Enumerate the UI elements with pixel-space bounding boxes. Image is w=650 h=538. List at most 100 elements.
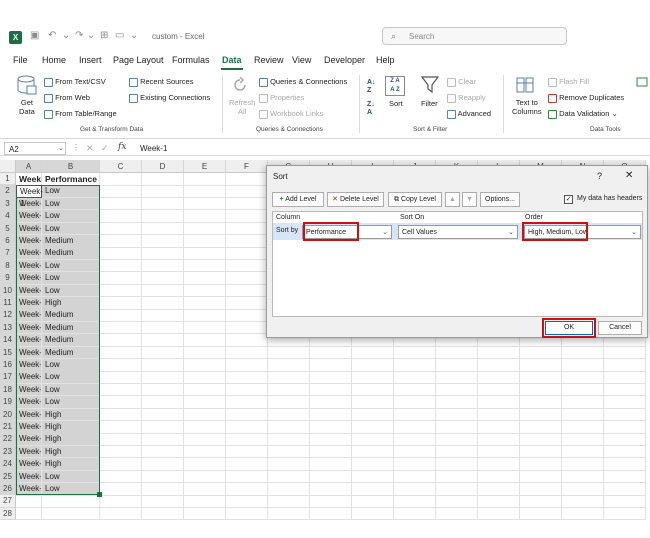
grid-cell[interactable]	[268, 495, 310, 508]
grid-cell[interactable]	[394, 396, 436, 409]
performance-cell[interactable]: Low	[42, 222, 100, 236]
grid-cell[interactable]	[100, 210, 142, 223]
save-icon[interactable]: ▣	[30, 30, 39, 41]
row-header[interactable]: 8	[0, 259, 16, 273]
grid-cell[interactable]	[100, 408, 142, 422]
close-icon[interactable]: ✕	[625, 170, 633, 181]
grid-cell[interactable]	[520, 445, 562, 459]
grid-cell[interactable]	[352, 396, 394, 409]
grid-cell[interactable]	[142, 383, 184, 397]
grid-cell[interactable]	[184, 445, 226, 459]
column-header-d[interactable]: D	[142, 160, 184, 173]
redo-dropdown-icon[interactable]: ⌄	[87, 30, 95, 41]
grid-cell[interactable]	[100, 222, 142, 236]
grid-cell[interactable]	[310, 383, 352, 397]
performance-cell[interactable]: Low	[42, 359, 100, 372]
grid-cell[interactable]	[352, 483, 394, 496]
grid-cell[interactable]	[226, 433, 268, 446]
grid-cell[interactable]	[268, 458, 310, 471]
grid-cell[interactable]	[562, 346, 604, 360]
grid-cell[interactable]	[142, 495, 184, 508]
grid-cell[interactable]	[142, 297, 184, 310]
grid-cell[interactable]	[436, 408, 478, 422]
column-header-c[interactable]: C	[100, 160, 142, 173]
grid-cell[interactable]	[352, 445, 394, 459]
grid-cell[interactable]	[226, 297, 268, 310]
week-cell[interactable]: Week-22	[16, 445, 42, 459]
grid-cell[interactable]	[436, 359, 478, 372]
grid-cell[interactable]	[310, 495, 352, 508]
grid-cell[interactable]	[436, 421, 478, 434]
grid-cell[interactable]	[142, 173, 184, 186]
grid-cell[interactable]	[100, 272, 142, 285]
grid-cell[interactable]	[562, 458, 604, 471]
from-table-range-button[interactable]: From Table/Range	[44, 109, 117, 119]
grid-cell[interactable]	[520, 470, 562, 484]
properties-button[interactable]: Properties	[259, 93, 304, 103]
menu-page-layout[interactable]: Page Layout	[113, 55, 164, 65]
grid-cell[interactable]	[562, 483, 604, 496]
performance-cell[interactable]: Medium	[42, 309, 100, 322]
grid-cell[interactable]	[184, 383, 226, 397]
grid-cell[interactable]	[478, 495, 520, 508]
grid-cell[interactable]	[520, 396, 562, 409]
grid-cell[interactable]	[184, 222, 226, 236]
menu-formulas[interactable]: Formulas	[172, 55, 210, 65]
grid-cell[interactable]	[394, 458, 436, 471]
grid-cell[interactable]	[142, 309, 184, 322]
grid-cell[interactable]	[184, 247, 226, 260]
grid-cell[interactable]	[100, 197, 142, 211]
week-cell[interactable]: Week-15	[16, 359, 42, 372]
grid-cell[interactable]	[352, 383, 394, 397]
grid-cell[interactable]	[184, 371, 226, 384]
grid-cell[interactable]	[100, 483, 142, 496]
grid-cell[interactable]	[100, 433, 142, 446]
grid-cell[interactable]	[478, 396, 520, 409]
grid-cell[interactable]	[100, 346, 142, 360]
clear-button[interactable]: Clear	[447, 77, 476, 87]
grid-cell[interactable]	[478, 433, 520, 446]
grid-cell[interactable]	[226, 259, 268, 273]
grid-cell[interactable]	[226, 284, 268, 298]
grid-cell[interactable]	[100, 470, 142, 484]
grid-cell[interactable]	[100, 173, 142, 186]
grid-cell[interactable]	[268, 346, 310, 360]
sort-icon[interactable]: Z AA Z	[385, 76, 405, 96]
grid-cell[interactable]	[562, 433, 604, 446]
workbook-links-button[interactable]: Workbook Links	[259, 109, 323, 119]
menu-review[interactable]: Review	[254, 55, 284, 65]
week-cell[interactable]: Week-13	[16, 334, 42, 347]
row-header[interactable]: 25	[0, 470, 16, 483]
grid-cell[interactable]	[268, 359, 310, 372]
grid-cell[interactable]	[226, 445, 268, 459]
grid-cell[interactable]	[394, 483, 436, 496]
grid-cell[interactable]	[226, 408, 268, 422]
grid-cell[interactable]	[520, 433, 562, 446]
grid-cell[interactable]	[478, 383, 520, 397]
search-box[interactable]: ⌕ Search	[382, 27, 567, 45]
week-cell[interactable]: Week-9	[16, 284, 42, 298]
grid-cell[interactable]	[394, 470, 436, 484]
grid-cell[interactable]	[226, 383, 268, 397]
grid-cell[interactable]	[226, 309, 268, 322]
performance-cell[interactable]: High	[42, 458, 100, 471]
grid-cell[interactable]	[478, 458, 520, 471]
grid-cell[interactable]	[184, 470, 226, 484]
grid-cell[interactable]	[268, 371, 310, 384]
grid-cell[interactable]	[394, 507, 436, 521]
grid-cell[interactable]	[268, 433, 310, 446]
table-header-cell[interactable]: Performance	[42, 173, 100, 186]
grid-cell[interactable]	[142, 433, 184, 446]
grid-cell[interactable]	[436, 383, 478, 397]
grid-cell[interactable]	[100, 371, 142, 384]
grid-cell[interactable]	[394, 383, 436, 397]
grid-cell[interactable]	[268, 421, 310, 434]
week-cell[interactable]: Week-21	[16, 433, 42, 446]
grid-cell[interactable]	[352, 507, 394, 521]
performance-cell[interactable]: Low	[42, 197, 100, 211]
grid-cell[interactable]	[184, 334, 226, 347]
grid-cell[interactable]	[184, 272, 226, 285]
grid-cell[interactable]	[310, 445, 352, 459]
week-cell[interactable]: Week-18	[16, 396, 42, 409]
grid-cell[interactable]	[520, 346, 562, 360]
